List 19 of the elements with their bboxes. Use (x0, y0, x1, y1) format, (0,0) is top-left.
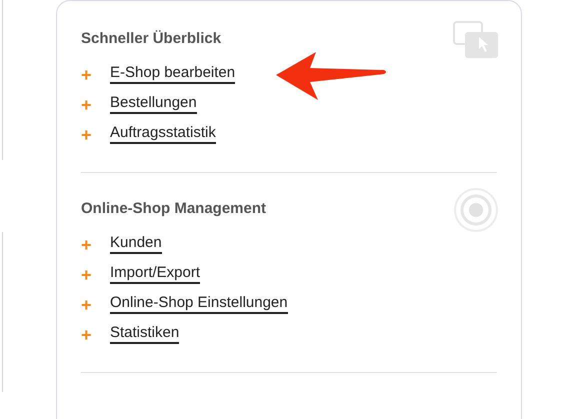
plus-icon: + (81, 266, 110, 284)
link[interactable]: Import/Export (110, 263, 200, 284)
link[interactable]: Kunden (110, 233, 162, 254)
link[interactable]: E-Shop bearbeiten (110, 63, 236, 84)
section-heading: Online-Shop Management (81, 199, 266, 219)
plus-icon: + (81, 236, 110, 254)
plus-icon: + (81, 126, 110, 144)
link[interactable]: Bestellungen (110, 93, 197, 114)
link[interactable]: Statistiken (110, 323, 180, 344)
arrow-icon (276, 51, 388, 101)
plus-icon: + (81, 96, 110, 114)
plus-icon: + (81, 326, 110, 344)
link[interactable]: Online-Shop Einstellungen (110, 293, 288, 314)
section-heading: Schneller Überblick (81, 29, 222, 49)
window-pointer-icon (453, 21, 499, 59)
plus-icon: + (81, 66, 110, 84)
plus-icon: + (81, 296, 110, 314)
target-icon (453, 187, 499, 233)
link[interactable]: Auftragsstatistik (110, 123, 216, 144)
